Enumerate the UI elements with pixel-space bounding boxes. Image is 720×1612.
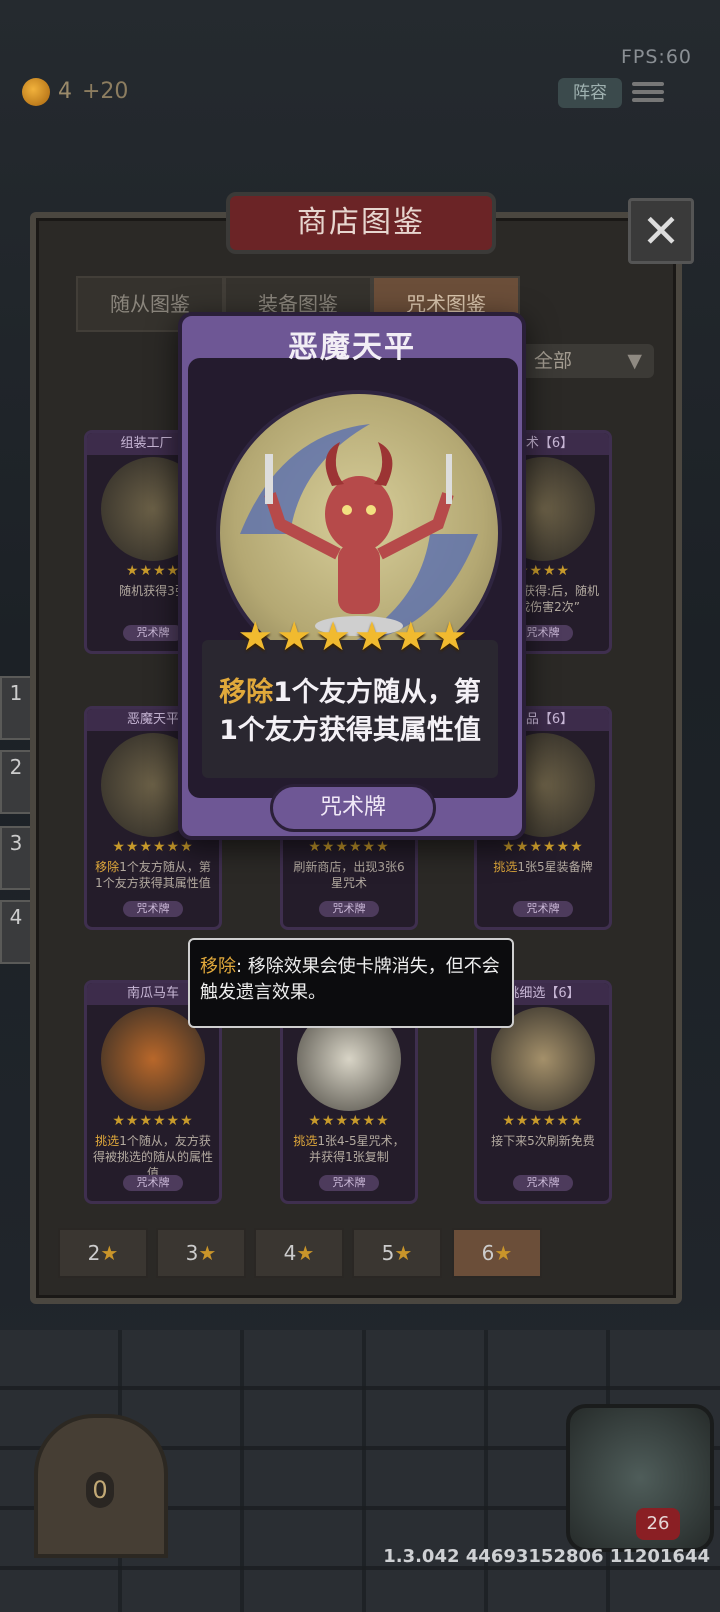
- card-type: 咒术牌: [319, 1175, 379, 1191]
- keyword-tooltip-text: 移除: 移除效果会使卡牌消失，但不会触发遗言效果。: [200, 956, 500, 1003]
- side-level-1[interactable]: 1: [0, 676, 32, 740]
- card-desc: 移除1个友方随从，第1个友方获得其属性值: [95, 860, 211, 890]
- card-desc: 刷新商店，出现3张6星咒术: [293, 860, 405, 890]
- filter-dropdown[interactable]: 全部 ▼: [520, 344, 654, 378]
- card-desc: 接下来5次刷新免费: [491, 1134, 595, 1148]
- card-type: 咒术牌: [513, 1175, 573, 1191]
- filter-label: 全部: [534, 350, 573, 372]
- card-type: 咒术牌: [513, 901, 573, 917]
- star-tab-3[interactable]: 3★: [156, 1228, 246, 1278]
- card-stars: ★★★★★★: [112, 839, 194, 855]
- hero-health: 26: [636, 1508, 680, 1540]
- gold-coin-icon: [22, 78, 50, 106]
- card-detail-stars: ★★★★★★: [237, 614, 471, 660]
- card-type: 咒术牌: [123, 901, 183, 917]
- card-stars: ★★★★★★: [502, 839, 584, 855]
- card-desc: 挑选1张4-5星咒术，并获得1张复制: [293, 1134, 405, 1164]
- panel-title: 商店图鉴: [226, 192, 496, 254]
- close-button[interactable]: ✕: [628, 198, 694, 264]
- star-tab-6[interactable]: 6★: [452, 1228, 542, 1278]
- gold-income: +20: [82, 79, 129, 104]
- star-tab-4[interactable]: 4★: [254, 1228, 344, 1278]
- card-stars: ★★★★★★: [112, 1113, 194, 1129]
- card-type: 咒术牌: [123, 1175, 183, 1191]
- star-tab-2[interactable]: 2★: [58, 1228, 148, 1278]
- version-label: 1.3.042 44693152806 11201644: [383, 1546, 710, 1567]
- chevron-down-icon: ▼: [627, 350, 642, 372]
- card-stars: ★★★★★★: [502, 1113, 584, 1129]
- card-detail-name: 恶魔天平: [288, 330, 416, 365]
- card-desc: 挑选1个随从，友方获得被挑选的随从的属性值: [93, 1134, 214, 1180]
- card-type: 咒术牌: [319, 901, 379, 917]
- star-tab-5[interactable]: 5★: [352, 1228, 442, 1278]
- fps-counter: FPS:60: [620, 46, 692, 68]
- door-counter: 0: [86, 1472, 114, 1508]
- card-detail-type: 咒术牌: [270, 784, 436, 832]
- card-stars: ★★★★★★: [308, 1113, 390, 1129]
- lineup-button[interactable]: 阵容: [558, 78, 622, 108]
- card-desc: 挑选1张5星装备牌: [493, 860, 593, 874]
- side-level-4[interactable]: 4: [0, 900, 32, 964]
- side-level-2[interactable]: 2: [0, 750, 32, 814]
- side-level-3[interactable]: 3: [0, 826, 32, 890]
- card-type: 咒术牌: [123, 625, 183, 641]
- gold-amount: 4: [58, 79, 72, 104]
- card-stars: ★★★★★★: [308, 839, 390, 855]
- card-detail-desc: 移除1个友方随从，第 1个友方获得其属性值: [219, 677, 481, 746]
- menu-icon[interactable]: [632, 78, 664, 106]
